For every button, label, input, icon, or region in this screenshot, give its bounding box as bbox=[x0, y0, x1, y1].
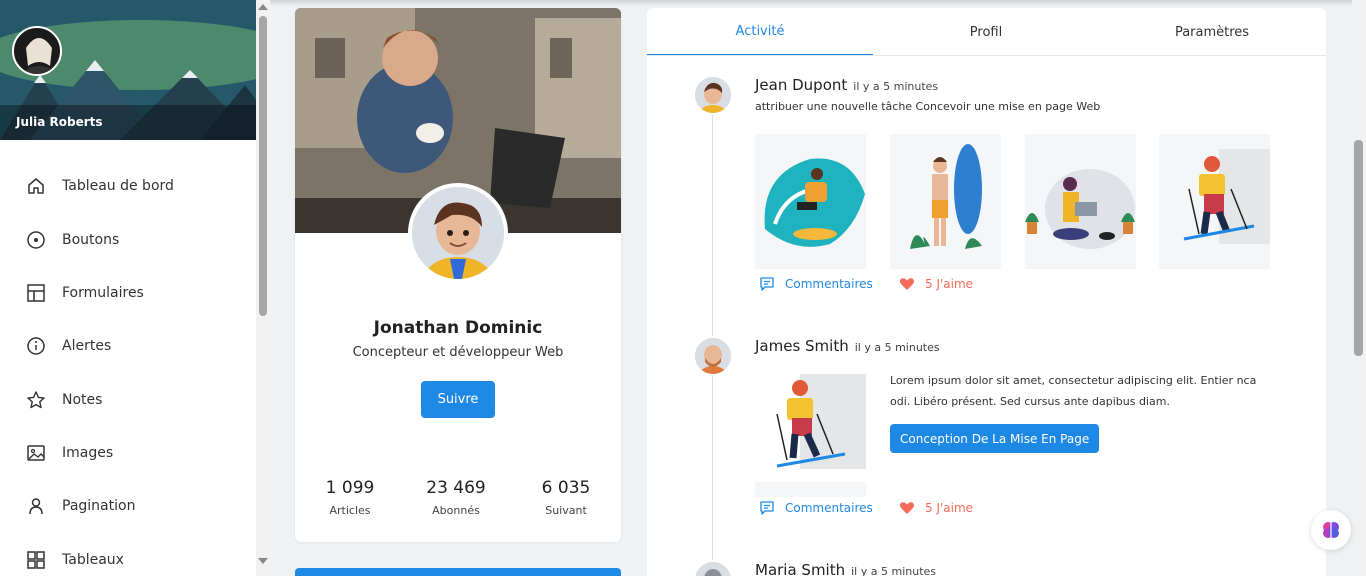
stat-value: 23 469 bbox=[426, 478, 486, 498]
scroll-down-arrow-icon[interactable] bbox=[258, 558, 268, 564]
sidebar-item-buttons[interactable]: Boutons bbox=[0, 220, 256, 260]
stat-label: Suivant bbox=[545, 504, 587, 517]
profile-avatar[interactable] bbox=[408, 183, 508, 283]
sidebar-profile-header: Julia Roberts bbox=[0, 0, 256, 140]
timeline-avatar[interactable] bbox=[693, 560, 733, 576]
comment-icon bbox=[760, 501, 774, 515]
post-text: Lorem ipsum dolor sit amet, consectetur … bbox=[890, 374, 1257, 408]
timeline-time: il y a 5 minutes bbox=[853, 80, 939, 93]
assistant-brain-icon[interactable] bbox=[1311, 510, 1351, 550]
follow-button[interactable]: Suivre bbox=[421, 381, 495, 418]
timeline-description: attribuer une nouvelle tâche Concevoir u… bbox=[755, 100, 1101, 113]
like-button[interactable]: 5 J'aime bbox=[899, 500, 973, 516]
comments-button[interactable]: Commentaires bbox=[759, 500, 873, 516]
gallery-image-surfboard[interactable] bbox=[890, 134, 1001, 269]
likes-label: 5 J'aime bbox=[925, 277, 974, 291]
stat-label: Abonnés bbox=[432, 504, 480, 517]
sidebar-item-dashboard[interactable]: Tableau de bord bbox=[0, 166, 256, 206]
stat-articles: 1 099 Articles bbox=[295, 478, 405, 517]
comments-label: Commentaires bbox=[785, 277, 873, 291]
tab-profile[interactable]: Profil bbox=[873, 8, 1099, 56]
sidebar: Julia Roberts Tableau de bord Boutons Fo… bbox=[0, 0, 256, 576]
sidebar-item-label: Boutons bbox=[62, 232, 120, 248]
like-button[interactable]: 5 J'aime bbox=[899, 276, 973, 292]
sidebar-item-notes[interactable]: Notes bbox=[0, 380, 256, 420]
sidebar-item-label: Tableau de bord bbox=[62, 178, 174, 194]
sidebar-item-label: Tableaux bbox=[62, 552, 124, 568]
sidebar-item-tables[interactable]: Tableaux bbox=[0, 540, 256, 576]
page-scrollbar-thumb[interactable] bbox=[1354, 140, 1363, 356]
circle-dot-icon bbox=[27, 231, 45, 249]
sidebar-item-label: Pagination bbox=[62, 498, 136, 514]
timeline-author[interactable]: Jean Dupont bbox=[755, 76, 847, 94]
user-icon bbox=[29, 498, 43, 515]
gallery-image-skier[interactable] bbox=[1159, 134, 1270, 269]
sidebar-item-label: Alertes bbox=[62, 338, 112, 354]
timeline-author[interactable]: Maria Smith bbox=[755, 561, 845, 576]
info-icon bbox=[27, 337, 45, 355]
timeline-avatar[interactable] bbox=[693, 75, 733, 115]
gallery-image-surfer[interactable] bbox=[755, 134, 866, 269]
timeline-entry-header: James Smith il y a 5 minutes bbox=[755, 337, 940, 355]
tab-activity[interactable]: Activité bbox=[647, 8, 873, 56]
profile-card: Jonathan Dominic Concepteur et développe… bbox=[295, 8, 621, 542]
heart-icon bbox=[900, 278, 914, 290]
tab-divider bbox=[647, 55, 1326, 56]
post-image-skier[interactable] bbox=[755, 362, 866, 497]
timeline-time: il y a 5 minutes bbox=[854, 341, 940, 354]
sidebar-item-pagination[interactable]: Pagination bbox=[0, 486, 256, 526]
likes-label: 5 J'aime bbox=[925, 501, 974, 515]
image-icon bbox=[27, 445, 45, 461]
timeline-entry-header: Jean Dupont il y a 5 minutes bbox=[755, 76, 938, 94]
user-avatar[interactable] bbox=[12, 26, 62, 76]
grid-icon bbox=[27, 551, 45, 569]
sidebar-item-images[interactable]: Images bbox=[0, 433, 256, 473]
timeline-author[interactable]: James Smith bbox=[755, 337, 849, 355]
stat-value: 6 035 bbox=[541, 478, 591, 498]
sidebar-item-label: Notes bbox=[62, 392, 103, 408]
sidebar-item-label: Formulaires bbox=[62, 285, 144, 301]
sidebar-item-alerts[interactable]: Alertes bbox=[0, 326, 256, 366]
stat-value: 1 099 bbox=[325, 478, 375, 498]
timeline-line bbox=[712, 88, 713, 576]
timeline-entry-header: Maria Smith il y a 5 minutes bbox=[755, 561, 936, 576]
gallery-image-laptop-woman[interactable] bbox=[1025, 134, 1136, 269]
home-icon bbox=[28, 178, 44, 194]
timeline-time: il y a 5 minutes bbox=[851, 565, 936, 576]
tab-settings[interactable]: Paramètres bbox=[1099, 8, 1325, 56]
user-name: Julia Roberts bbox=[16, 115, 103, 129]
profile-role: Concepteur et développeur Web bbox=[352, 345, 564, 360]
layout-design-button[interactable]: Conception De La Mise En Page bbox=[890, 424, 1100, 453]
scroll-up-arrow-icon[interactable] bbox=[258, 4, 268, 10]
table-layout-icon bbox=[27, 284, 45, 302]
next-card-header bbox=[295, 568, 621, 576]
sidebar-scrollbar-thumb[interactable] bbox=[259, 16, 267, 316]
comment-icon bbox=[760, 277, 774, 291]
stat-followers: 23 469 Abonnés bbox=[401, 478, 511, 517]
comments-button[interactable]: Commentaires bbox=[759, 276, 873, 292]
star-icon bbox=[27, 391, 45, 409]
sidebar-item-label: Images bbox=[62, 445, 114, 461]
stat-following: 6 035 Suivant bbox=[511, 478, 621, 517]
sidebar-item-forms[interactable]: Formulaires bbox=[0, 273, 256, 313]
activity-card: Activité Profil Paramètres Jean Dupont il… bbox=[647, 8, 1326, 576]
comments-label: Commentaires bbox=[785, 501, 873, 515]
heart-icon bbox=[900, 502, 914, 514]
profile-name: Jonathan Dominic bbox=[373, 318, 543, 338]
timeline-avatar[interactable] bbox=[693, 336, 733, 376]
header-shadow bbox=[270, 0, 1352, 6]
stat-label: Articles bbox=[329, 504, 371, 517]
